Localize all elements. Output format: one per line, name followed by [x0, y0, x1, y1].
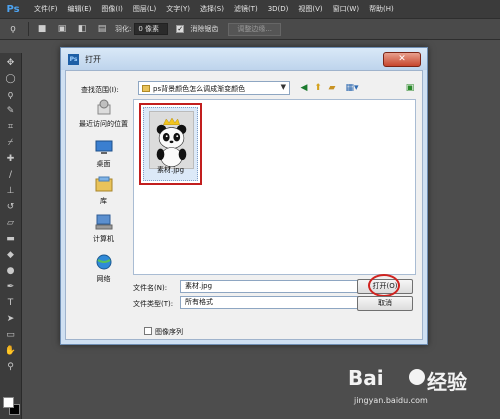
place-library[interactable]: 库 [76, 176, 131, 206]
hand-tool-icon[interactable]: ✋ [0, 345, 21, 357]
look-in-label: 查找范围(I): [81, 86, 119, 94]
menu-edit[interactable]: 编辑(E) [68, 4, 92, 14]
new-folder-icon[interactable]: ▰ [326, 82, 338, 94]
feather-label: 羽化: [115, 25, 132, 33]
menu-select[interactable]: 选择(S) [200, 4, 224, 14]
history-brush-icon[interactable]: ↺ [0, 201, 21, 213]
place-desktop[interactable]: 桌面 [76, 139, 131, 169]
crop-tool-icon[interactable]: ⌗ [0, 121, 21, 133]
open-button-highlight [368, 274, 400, 297]
chevron-down-icon: ▼ [280, 83, 286, 91]
lasso-tool-icon[interactable]: ϙ [0, 89, 21, 101]
healing-tool-icon[interactable]: ✚ [0, 153, 21, 165]
back-icon[interactable]: ◀ [298, 82, 310, 94]
antialias-checkbox[interactable]: ✓ [176, 25, 185, 33]
place-label: 计算机 [93, 235, 114, 243]
menu-filter[interactable]: 滤镜(T) [234, 4, 258, 14]
stamp-tool-icon[interactable]: ⊥ [0, 185, 21, 197]
folder-icon [142, 85, 150, 92]
menu-file[interactable]: 文件(F) [34, 4, 58, 14]
subtract-selection-icon[interactable]: ◧ [75, 23, 89, 35]
quick-select-tool-icon[interactable]: ✎ [0, 105, 21, 117]
places-bar: 最近访问的位置 桌面 库 计算机 网络 [76, 99, 131, 289]
watermark-logo-left: Bai [348, 366, 384, 390]
watermark-logo-right: 经验 [427, 370, 467, 394]
up-folder-icon[interactable]: ⬆ [312, 82, 324, 94]
place-label: 库 [100, 197, 107, 205]
file-list[interactable]: 素材.jpg [133, 99, 416, 275]
place-label: 桌面 [96, 160, 111, 168]
place-computer[interactable]: 计算机 [76, 214, 131, 244]
menu-bar: Ps 文件(F) 编辑(E) 图像(I) 图层(L) 文字(Y) 选择(S) 滤… [0, 0, 500, 18]
dialog-titlebar[interactable]: Ps 打开 ✕ [61, 48, 427, 70]
close-button[interactable]: ✕ [383, 52, 421, 67]
image-sequence-label: 图像序列 [155, 328, 183, 336]
library-icon [95, 176, 112, 192]
type-tool-icon[interactable]: T [0, 297, 21, 309]
look-in-dropdown[interactable]: ps背景颜色怎么调成渐变颜色 ▼ [138, 81, 290, 95]
network-icon [96, 254, 111, 270]
recent-places-icon [97, 99, 110, 115]
watermark-url: jingyan.baidu.com [354, 396, 428, 405]
folder-up-icon[interactable]: ▣ [404, 82, 416, 94]
brush-tool-icon[interactable]: ∕ [0, 169, 21, 181]
path-select-tool-icon[interactable]: ➤ [0, 313, 21, 325]
gradient-tool-icon[interactable]: ▬ [0, 233, 21, 245]
divider [28, 22, 29, 36]
menu-window[interactable]: 窗口(W) [333, 4, 359, 14]
file-name-label: 文件名(N): [133, 284, 168, 292]
panda-thumbnail [149, 111, 194, 169]
refine-edge-button[interactable]: 调整边缘... [228, 22, 282, 36]
file-tile[interactable]: 素材.jpg [139, 103, 202, 185]
place-label: 最近访问的位置 [79, 120, 128, 128]
menu-image[interactable]: 图像(I) [101, 4, 123, 14]
dialog-body: 查找范围(I): ps背景颜色怎么调成渐变颜色 ▼ ◀ ⬆ ▰ ▦▾ ▣ 最近访… [65, 70, 423, 340]
file-name: 素材.jpg [156, 166, 185, 174]
desktop-icon [95, 140, 112, 154]
photoshop-app-icon: Ps [68, 53, 79, 65]
menu-type[interactable]: 文字(Y) [166, 4, 190, 14]
foreground-color-swatch[interactable] [3, 397, 14, 408]
place-recent[interactable]: 最近访问的位置 [76, 99, 131, 129]
menu-layer[interactable]: 图层(L) [133, 4, 156, 14]
feather-input[interactable]: 0 像素 [134, 23, 169, 35]
antialias-label: 消除锯齿 [190, 25, 219, 33]
file-name-value: 素材.jpg [185, 282, 213, 290]
image-sequence-checkbox[interactable] [144, 327, 152, 335]
options-bar: ϙ ■ ▣ ◧ ▤ 羽化: 0 像素 ✓ 消除锯齿 调整边缘... [0, 18, 500, 40]
add-selection-icon[interactable]: ▣ [55, 23, 69, 35]
lasso-icon[interactable]: ϙ [6, 23, 20, 35]
eyedropper-tool-icon[interactable]: ⌿ [0, 137, 21, 149]
marquee-tool-icon[interactable]: ◯ [0, 73, 21, 85]
zoom-tool-icon[interactable]: ⚲ [0, 361, 21, 373]
view-menu-icon[interactable]: ▦▾ [342, 82, 362, 94]
menu-view[interactable]: 视图(V) [298, 4, 322, 14]
tools-panel: ✥ ◯ ϙ ✎ ⌗ ⌿ ✚ ∕ ⊥ ↺ ▱ ▬ ◆ ● ✒ T ➤ ▭ ✋ ⚲ [0, 53, 22, 419]
blur-tool-icon[interactable]: ◆ [0, 249, 21, 261]
menu-3d[interactable]: 3D(D) [268, 5, 289, 13]
place-label: 网络 [96, 275, 111, 283]
dodge-tool-icon[interactable]: ● [0, 265, 21, 277]
cancel-button[interactable]: 取消 [357, 296, 413, 311]
move-tool-icon[interactable]: ✥ [0, 57, 21, 69]
paw-icon [409, 369, 425, 385]
file-type-select[interactable]: 所有格式 ▼ [180, 296, 370, 309]
intersect-selection-icon[interactable]: ▤ [95, 23, 109, 35]
place-network[interactable]: 网络 [76, 254, 131, 284]
menu-help[interactable]: 帮助(H) [369, 4, 394, 14]
file-tile-selection: 素材.jpg [143, 107, 198, 181]
open-dialog: Ps 打开 ✕ 查找范围(I): ps背景颜色怎么调成渐变颜色 ▼ ◀ ⬆ ▰ … [60, 47, 428, 345]
pen-tool-icon[interactable]: ✒ [0, 281, 21, 293]
shape-tool-icon[interactable]: ▭ [0, 329, 21, 341]
file-name-input[interactable]: 素材.jpg ▼ [180, 280, 370, 293]
new-selection-icon[interactable]: ■ [35, 23, 49, 35]
file-type-label: 文件类型(T): [133, 300, 174, 308]
computer-icon [95, 214, 112, 230]
eraser-tool-icon[interactable]: ▱ [0, 217, 21, 229]
dialog-title: 打开 [85, 54, 101, 64]
baidu-watermark: Bai 经验 jingyan.baidu.com [348, 366, 488, 414]
look-in-value: ps背景颜色怎么调成渐变颜色 [153, 85, 246, 93]
file-type-value: 所有格式 [185, 298, 213, 306]
photoshop-logo: Ps [6, 3, 20, 15]
